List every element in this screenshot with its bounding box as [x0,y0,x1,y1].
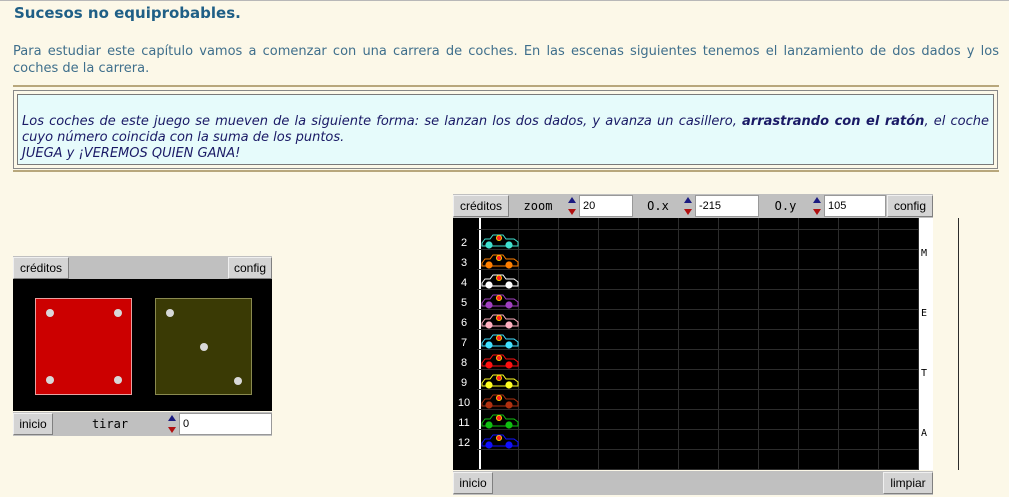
car-4-icon[interactable] [481,273,519,289]
race-bottom-bar [453,471,933,495]
dice-config-button[interactable]: config [228,257,272,279]
grid-column-line [758,218,759,470]
oy-label: O.y [760,195,811,217]
finish-letter: M [920,248,928,259]
car-6-icon[interactable] [481,313,519,329]
spinner-down-icon[interactable] [168,427,176,433]
grid-column-line [878,218,879,470]
grid-column-line [638,218,639,470]
pip [200,343,208,351]
grid-row-line [477,229,918,230]
instructions-text: Los coches de este juego se mueven de la… [17,94,994,165]
pip [166,309,174,317]
car-number-label: 12 [457,437,471,449]
car-number-label: 2 [460,237,468,249]
grid-row-line [477,429,918,430]
grid-column-line [558,218,559,470]
spinner-up-icon[interactable] [168,415,176,421]
pip [46,309,54,317]
instructions-emphasis: arrastrando con el ratón [742,114,925,129]
car-number-label: 3 [460,257,468,269]
grid-row-line [477,329,918,330]
grid-row-line [477,369,918,370]
ox-field[interactable]: -215 [695,195,759,217]
race-creditos-button[interactable]: créditos [453,195,509,217]
pip [114,309,122,317]
car-number-label: 11 [458,417,470,429]
grid-column-line [678,218,679,470]
pip [46,376,54,384]
zoom-field[interactable]: 20 [579,195,633,217]
dice-creditos-button[interactable]: créditos [13,257,69,279]
instructions-call-to-action: JUEGA y ¡VEREMOS QUIEN GANA! [22,146,241,161]
car-9-icon[interactable] [481,373,519,389]
divider [13,170,999,172]
grid-row-line [477,469,918,470]
grid-column-line [838,218,839,470]
page-title: Sucesos no equiprobables. [14,4,241,22]
car-11-icon[interactable] [481,413,519,429]
race-limpiar-button[interactable]: limpiar [883,472,933,494]
divider [13,85,999,87]
car-10-icon[interactable] [481,393,519,409]
oy-field[interactable]: 105 [824,195,886,217]
grid-row-line [477,409,918,410]
oy-spinner[interactable] [812,195,822,217]
car-number-label: 7 [460,337,468,349]
grid-row-line [477,249,918,250]
car-7-icon[interactable] [481,333,519,349]
car-number-label: 10 [457,397,471,409]
car-5-icon[interactable] [481,293,519,309]
zoom-label: zoom [510,195,566,217]
grid-row-line [477,449,918,450]
intro-paragraph: Para estudiar este capítulo vamos a come… [13,44,999,76]
ox-spinner[interactable] [683,195,693,217]
car-number-label: 9 [460,377,468,389]
car-number-label: 6 [460,317,468,329]
race-config-button[interactable]: config [887,195,933,217]
tirar-value-field[interactable]: 0 [179,413,272,435]
grid-row-line [477,389,918,390]
spinner-down-icon[interactable] [813,209,821,215]
car-3-icon[interactable] [481,253,519,269]
race-inicio-button[interactable]: inicio [453,472,493,494]
car-12-icon[interactable] [481,433,519,449]
grid-column-line [718,218,719,470]
car-number-label: 4 [460,277,468,289]
car-number-label: 5 [460,297,468,309]
finish-letter: T [920,368,928,379]
ox-label: O.x [634,195,682,217]
grid-row-line [477,289,918,290]
finish-letter: A [920,428,928,439]
dice-inicio-button[interactable]: inicio [13,413,53,435]
grid-column-line [798,218,799,470]
car-2-icon[interactable] [481,233,519,249]
pip [234,377,242,385]
grid-row-line [477,269,918,270]
grid-row-line [477,309,918,310]
grid-column-line [598,218,599,470]
spinner-up-icon[interactable] [684,197,692,203]
spinner-up-icon[interactable] [813,197,821,203]
dice-canvas [13,279,272,411]
race-track: M E T A 2 3 4 5 6 7 8 9 10 11 12 [453,218,959,470]
finish-letter: E [920,308,928,319]
die-1 [35,298,132,395]
tirar-label: tirar [54,413,166,435]
spinner-down-icon[interactable] [684,209,692,215]
spinner-down-icon[interactable] [568,209,576,215]
instructions-text-part1: Los coches de este juego se mueven de la… [22,114,743,129]
car-number-label: 8 [460,357,468,369]
die-2 [155,298,252,395]
zoom-spinner[interactable] [567,195,577,217]
instructions-box: Los coches de este juego se mueven de la… [13,90,998,169]
pip [114,376,122,384]
grid-column-line [958,218,959,470]
car-8-icon[interactable] [481,353,519,369]
spinner-up-icon[interactable] [568,197,576,203]
grid-row-line [477,349,918,350]
tirar-spinner[interactable] [167,413,177,435]
